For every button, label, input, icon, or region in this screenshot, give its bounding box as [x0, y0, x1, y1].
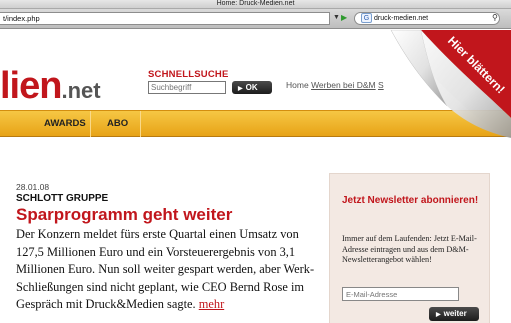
article-headline[interactable]: Sparprogramm geht weiter [16, 205, 232, 225]
newsletter-title: Jetzt Newsletter abonnieren! [342, 195, 479, 206]
werben-link[interactable]: Werben bei D&M [311, 80, 376, 90]
article-teaser: Der Konzern meldet fürs erste Quartal ei… [16, 226, 316, 314]
article-teaser-text: Der Konzern meldet fürs erste Quartal ei… [16, 227, 315, 312]
page-curl[interactable]: Hier blättern! [381, 30, 511, 140]
newsletter-submit-button[interactable]: ▶ weiter [429, 307, 479, 321]
nav-divider [140, 111, 141, 137]
quick-search-label: SCHNELLSUCHE [148, 69, 229, 80]
newsletter-button-label: weiter [443, 309, 467, 318]
newsletter-box: Jetzt Newsletter abonnieren! Immer auf d… [329, 173, 490, 323]
search-engine-icon[interactable]: G [361, 13, 372, 24]
quick-search-input[interactable] [148, 81, 226, 94]
more-link[interactable]: mehr [199, 297, 224, 311]
search-icon[interactable]: ⚲ [492, 13, 498, 22]
site-logo[interactable]: lien.net [0, 66, 101, 106]
url-history-dropdown-icon[interactable]: ▼ [333, 14, 340, 21]
top-links: Home Werben bei D&M S [286, 80, 384, 90]
home-link[interactable]: Home [286, 80, 309, 90]
play-triangle-icon: ▶ [238, 86, 243, 92]
url-field[interactable]: t/index.php [0, 12, 330, 25]
logo-main: lien [0, 65, 62, 107]
nav-item-abo[interactable]: ABO [91, 111, 144, 137]
article-kicker: SCHLOTT GRUPPE [16, 193, 109, 204]
browser-search-text: druck-medien.net [374, 15, 429, 22]
browser-toolbar: t/index.php ▼ ▶ Gdruck-medien.net ⚲ [0, 9, 511, 29]
newsletter-email-input[interactable] [342, 287, 459, 301]
play-triangle-icon: ▶ [436, 312, 441, 318]
article-date: 28.01.08 [16, 182, 50, 192]
browser-search-field[interactable]: Gdruck-medien.net [354, 12, 500, 25]
quick-search-ok-button[interactable]: ▶ OK [232, 81, 272, 94]
logo-suffix: .net [61, 78, 101, 103]
newsletter-text: Immer auf dem Laufenden: Jetzt E-Mail-Ad… [342, 234, 477, 265]
main-content: 28.01.08 SCHLOTT GRUPPE Sparprogramm geh… [0, 137, 511, 323]
go-arrow-icon[interactable]: ▶ [341, 13, 347, 22]
window-title: Home: Druck-Medien.net [0, 0, 511, 9]
ok-label: OK [245, 83, 258, 92]
